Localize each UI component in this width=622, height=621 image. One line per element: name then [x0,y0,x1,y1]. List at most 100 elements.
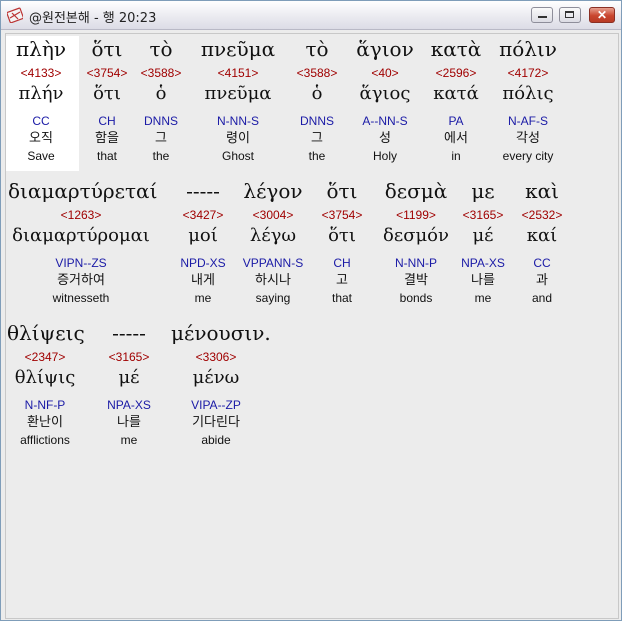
parsing-code: CC [533,256,551,270]
greek-word: ὅτι [326,179,358,203]
parsing-code: CC [32,114,50,128]
korean-gloss: 고 [336,273,348,288]
greek-word: ----- [186,179,220,203]
english-gloss: every city [502,149,554,163]
korean-gloss: 나를 [117,415,141,430]
greek-word: πλὴν [16,37,66,61]
word-column[interactable]: λέγον <3004> λέγω VPPANN-S 하시나 saying [234,178,312,306]
korean-gloss: 성 [379,131,391,146]
word-column[interactable]: θλίψεις <2347> θλίψις N-NF-P 환난이 afflictions [7,320,85,448]
lemma: ἅγιος [359,83,411,104]
parsing-code: CH [98,114,116,128]
word-column[interactable]: με <3165> μέ NPA-XS 나를 me [454,178,512,306]
minimize-icon [538,16,547,18]
word-column[interactable]: τὸ <3588> ὁ DNNS 그 the [136,36,186,164]
word-column[interactable]: ----- <3165> μέ NPA-XS 나를 me [99,320,159,448]
korean-gloss: 과 [536,273,548,288]
parsing-code: DNNS [299,114,334,128]
korean-gloss: 환난이 [27,415,63,430]
word-column[interactable]: ὅτι <3754> ὅτι CH 고 that [317,178,367,306]
word-column[interactable]: πνεῦμα <4151> πνεῦμα N-NN-S 령이 Ghost [193,36,283,164]
greek-word: τὸ [305,37,329,61]
lemma: λέγω [249,225,297,246]
word-column[interactable]: κατὰ <2596> κατά PA 에서 in [422,36,490,164]
greek-word: ----- [112,321,146,345]
word-column[interactable]: ----- <3427> μοί NPD-XS 내게 me [171,178,235,306]
korean-gloss: 결박 [404,273,428,288]
korean-gloss: 증거하여 [57,273,105,288]
lemma: θλίψις [14,367,76,388]
strong-number: <3427> [182,208,224,222]
strong-number: <4151> [217,66,259,80]
korean-gloss: 그 [311,131,323,146]
word-column[interactable]: δεσμὰ <1199> δεσμόν N-NN-P 결박 bonds [377,178,455,306]
greek-word: λέγον [243,179,303,203]
word-column[interactable]: διαμαρτύρεταί <1263> διαμαρτύρομαι VIPN--ZS… [8,178,158,306]
korean-gloss: 내게 [191,273,215,288]
strong-number: <3754> [321,208,363,222]
parsing-code: CH [333,256,351,270]
lemma: ὅτι [328,225,356,246]
greek-word: κατὰ [430,37,482,61]
word-column[interactable]: ἅγιον <40> ἅγιος A--NN-S 성 Holy [346,36,424,164]
lemma: κατά [433,83,479,104]
title-bar[interactable]: @원전본해 - 행 20:23 ✕ [1,1,621,30]
korean-gloss: 오직 [29,131,53,146]
strong-number: <1199> [396,208,436,222]
parsing-code: N-NN-S [217,114,259,128]
parsing-code: NPD-XS [180,256,226,270]
minimize-button[interactable] [531,7,553,23]
word-column[interactable]: πλὴν <4133> πλήν CC 오직 Save [6,36,79,171]
strong-number: <4172> [507,66,549,80]
korean-gloss: 령이 [226,131,250,146]
lemma: διαμαρτύρομαι [12,225,150,246]
english-gloss: Save [27,149,55,163]
strong-number: <3588> [140,66,182,80]
word-column[interactable]: πόλιν <4172> πόλις N-AF-S 각성 every city [489,36,567,164]
strong-number: <3754> [86,66,128,80]
lemma: μέ [118,367,140,388]
lemma: μέ [472,225,494,246]
lemma: καί [526,225,558,246]
greek-word: θλίψεις [7,321,85,345]
parsing-code: VIPA--ZP [191,398,241,412]
parsing-code: DNNS [143,114,178,128]
word-column[interactable]: καὶ <2532> καί CC 과 and [517,178,567,306]
english-gloss: me [120,433,138,447]
english-gloss: and [531,291,553,305]
lemma: δεσμόν [383,225,449,246]
word-column[interactable]: μένουσιν. <3306> μένω VIPA--ZP 기다린다 abide [171,320,271,448]
korean-gloss: 함을 [95,131,119,146]
strong-number: <3165> [462,208,504,222]
greek-word: μένουσιν. [171,321,271,345]
strong-number: <40> [371,66,399,80]
strong-number: <3588> [296,66,338,80]
close-icon: ✕ [596,8,608,22]
interlinear-view[interactable]: πλὴν <4133> πλήν CC 오직 Save ὅτι <3754> ὅτι CH 함을 th… [5,33,619,619]
parsing-code: A--NN-S [362,114,408,128]
lemma: πλήν [18,83,64,104]
window-title: @원전본해 - 행 20:23 [29,11,157,26]
close-button[interactable]: ✕ [589,7,615,23]
parsing-code: NPA-XS [107,398,151,412]
lemma: πνεῦμα [204,83,272,104]
parsing-code: VIPN--ZS [55,256,107,270]
word-column[interactable]: ὅτι <3754> ὅτι CH 함을 that [77,36,137,164]
greek-word: διαμαρτύρεταί [8,179,158,203]
korean-gloss: 하시나 [255,273,291,288]
parsing-code: PA [448,114,464,128]
english-gloss: the [152,149,170,163]
strong-number: <4133> [20,66,62,80]
greek-word: καὶ [525,179,559,203]
korean-gloss: 그 [155,131,167,146]
app-window: @원전본해 - 행 20:23 ✕ πλὴν <4133> πλήν CC 오직 Save… [0,0,622,621]
korean-gloss: 기다린다 [192,415,240,430]
parsing-code: N-NN-P [395,256,437,270]
english-gloss: afflictions [20,433,70,447]
word-column[interactable]: τὸ <3588> ὁ DNNS 그 the [292,36,342,164]
greek-word: τὸ [149,37,173,61]
lemma: ὁ [155,83,167,104]
maximize-button[interactable] [559,7,581,23]
english-gloss: Holy [372,149,397,163]
strong-number: <3165> [108,350,150,364]
